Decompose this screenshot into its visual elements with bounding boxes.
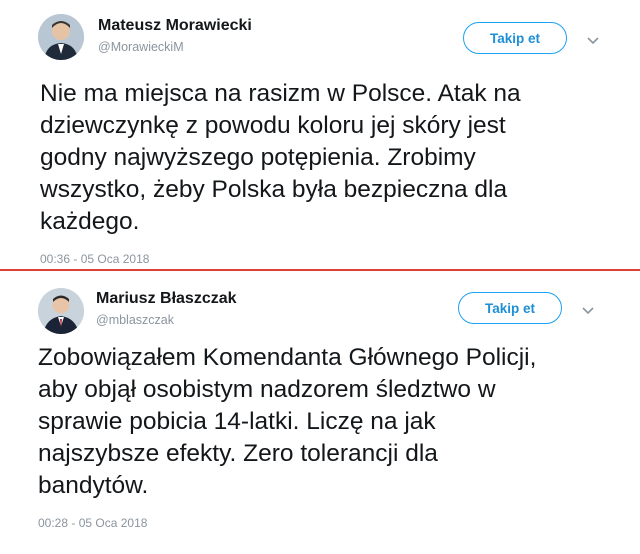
avatar[interactable] <box>38 288 84 334</box>
tweet-text-line: Zobowiązałem Komendanta Głównego Policji… <box>38 344 537 371</box>
follow-button[interactable]: Takip et <box>458 292 562 324</box>
tweet-text: Nie ma miejsca na rasizm w Polsce. Atak … <box>40 78 600 238</box>
tweet-text-line: najszybsze efekty. Zero tolerancji dla <box>38 440 438 467</box>
author-name[interactable]: Mateusz Morawiecki <box>98 17 252 35</box>
tweet-blaszczak: Mariusz Błaszczak @mblaszczak Takip et Z… <box>0 272 640 554</box>
tweet-text-line: każdego. <box>40 208 140 235</box>
profile-photo-icon <box>38 288 84 334</box>
tweet-text-line: dziewczynkę z powodu koloru jej skóry je… <box>40 112 506 139</box>
chevron-down-icon[interactable] <box>580 302 596 318</box>
author-name[interactable]: Mariusz Błaszczak <box>96 290 237 308</box>
avatar[interactable] <box>38 14 84 60</box>
tweet-text-line: sprawie pobicia 14-latki. Liczę na jak <box>38 408 436 435</box>
tweet-text-line: Nie ma miejsca na rasizm w Polsce. Atak … <box>40 80 521 107</box>
tweet-morawiecki: Mateusz Morawiecki @MorawieckiM Takip et… <box>0 0 640 268</box>
tweet-text: Zobowiązałem Komendanta Głównego Policji… <box>38 342 598 502</box>
tweet-text-line: wszystko, żeby Polska była bezpieczna dl… <box>40 176 508 203</box>
author-handle[interactable]: @MorawieckiM <box>98 40 184 54</box>
chevron-down-icon[interactable] <box>585 32 601 48</box>
timestamp[interactable]: 00:36 - 05 Oca 2018 <box>40 252 149 266</box>
divider <box>0 269 640 271</box>
follow-button[interactable]: Takip et <box>463 22 567 54</box>
timestamp[interactable]: 00:28 - 05 Oca 2018 <box>38 516 147 530</box>
author-handle[interactable]: @mblaszczak <box>96 313 174 327</box>
profile-photo-icon <box>38 14 84 60</box>
tweet-text-line: bandytów. <box>38 472 149 499</box>
tweet-text-line: aby objął osobistym nadzorem śledztwo w <box>38 376 496 403</box>
tweet-text-line: godny najwyższego potępienia. Zrobimy <box>40 144 476 171</box>
